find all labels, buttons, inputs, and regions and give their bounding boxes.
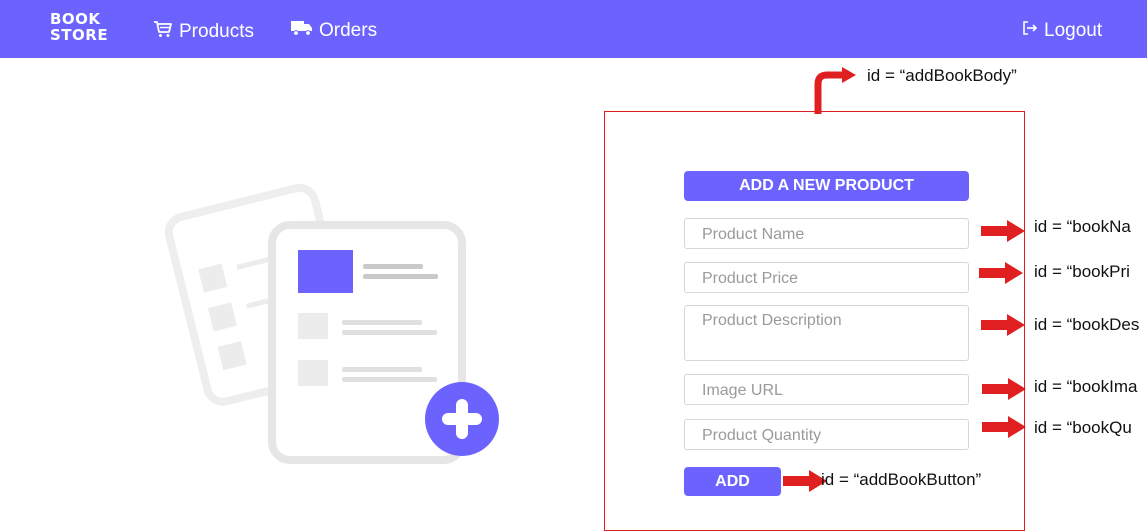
add-button[interactable]: ADD: [684, 467, 781, 496]
brand-line-1: BOOK: [50, 10, 101, 28]
nav-orders-link[interactable]: Orders: [291, 20, 377, 42]
product-quantity-input[interactable]: Product Quantity: [684, 419, 969, 450]
annotation-add-book-body: id = “addBookBody”: [867, 66, 1017, 85]
annotation-book-image: id = “bookIma: [1034, 377, 1138, 396]
price-annotation-arrow-icon: [979, 262, 1023, 284]
brand-line-2: STORE: [50, 26, 109, 44]
nav-products-label: Products: [179, 21, 254, 42]
form-title: ADD A NEW PRODUCT: [684, 171, 969, 201]
nav-orders-label: Orders: [319, 20, 378, 41]
image-annotation-arrow-icon: [982, 378, 1026, 400]
logout-icon: [1022, 20, 1038, 42]
image-url-input[interactable]: Image URL: [684, 374, 969, 405]
annotation-book-name: id = “bookNa: [1034, 217, 1131, 236]
description-annotation-arrow-icon: [981, 314, 1025, 336]
add-document-icon: [165, 183, 499, 464]
nav-products-link[interactable]: Products: [153, 20, 254, 44]
product-description-textarea[interactable]: Product Description: [684, 305, 969, 361]
brand-logo[interactable]: BOOK STORE: [50, 11, 108, 43]
truck-icon: [291, 20, 313, 42]
annotation-book-description: id = “bookDes: [1034, 315, 1140, 334]
logout-link[interactable]: Logout: [1022, 20, 1102, 42]
body-annotation-arrow-icon: [814, 67, 856, 114]
annotation-book-quantity: id = “bookQu: [1034, 418, 1132, 437]
annotation-book-price: id = “bookPri: [1034, 262, 1130, 281]
product-price-input[interactable]: Product Price: [684, 262, 969, 293]
name-annotation-arrow-icon: [981, 220, 1025, 242]
product-name-input[interactable]: Product Name: [684, 218, 969, 249]
annotation-add-book-button: id = “addBookButton”: [821, 470, 982, 489]
logout-label: Logout: [1044, 20, 1103, 41]
cart-icon: [153, 20, 173, 44]
quantity-annotation-arrow-icon: [982, 416, 1026, 438]
navbar: BOOK STORE Products Orders Logout: [0, 0, 1147, 58]
